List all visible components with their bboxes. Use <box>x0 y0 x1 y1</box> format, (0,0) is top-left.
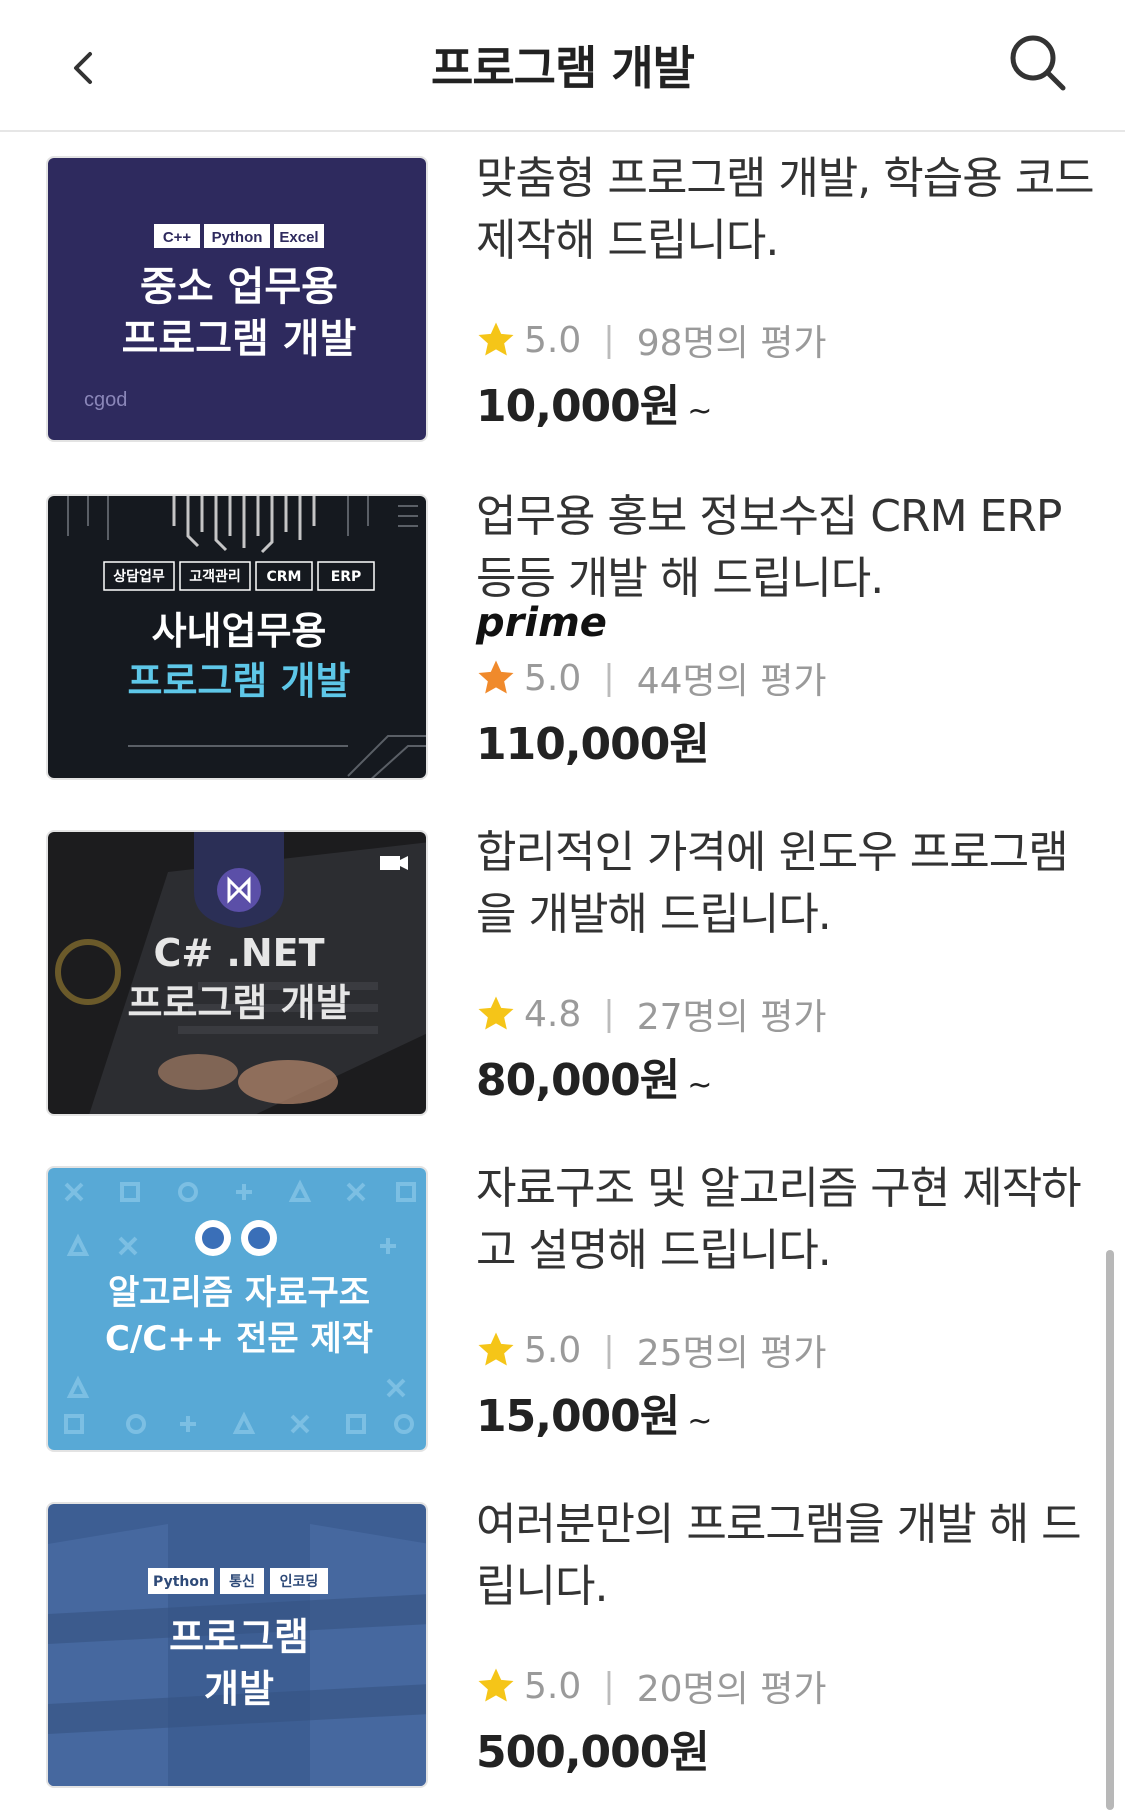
rating-value: 5.0 <box>524 657 582 699</box>
search-icon <box>1010 35 1066 91</box>
divider: | <box>603 658 615 698</box>
service-info: 여러분만의 프로그램을 개발 해 드립니다. 5.0 | 20명의 평가 500… <box>476 1494 1096 1780</box>
search-button[interactable] <box>1005 30 1071 96</box>
thumb-tag: 상담업무 <box>113 568 165 585</box>
service-thumbnail[interactable]: Python 통신 인코딩 프로그램 개발 <box>46 1502 428 1788</box>
service-title[interactable]: 합리적인 가격에 윈도우 프로그램을 개발해 드립니다. <box>476 822 1096 946</box>
divider: | <box>603 320 615 360</box>
review-count: 27명의 평가 <box>636 997 827 1038</box>
divider: | <box>603 1330 615 1370</box>
thumb-tag: Excel <box>279 229 318 246</box>
review-count: 44명의 평가 <box>636 661 827 702</box>
rating-row: 5.0 | 25명의 평가 <box>476 1320 1096 1380</box>
thumb-tag: Python <box>153 1574 209 1590</box>
thumb-subheadline: C/C++ 전문 제작 <box>105 1319 373 1359</box>
thumb-brand: cgod <box>84 389 127 411</box>
thumb-subheadline: 프로그램 개발 <box>128 981 351 1025</box>
thumb-headline: C# .NET <box>153 931 324 975</box>
service-item[interactable]: 알고리즘 자료구조 C/C++ 전문 제작 자료구조 및 알고리즘 구현 제작하… <box>0 1144 1125 1484</box>
thumb-headline: 중소 업무용 <box>140 264 338 310</box>
rating-value: 4.8 <box>524 993 582 1035</box>
price: 15,000원 <box>476 1391 680 1442</box>
service-title[interactable]: 업무용 홍보 정보수집 CRM ERP 등등 개발 해 드립니다. <box>476 486 1096 610</box>
thumb-headline: 알고리즘 자료구조 <box>108 1273 370 1313</box>
service-thumbnail[interactable]: 알고리즘 자료구조 C/C++ 전문 제작 <box>46 1166 428 1452</box>
price: 500,000원 <box>476 1727 710 1778</box>
price: 80,000원 <box>476 1055 680 1106</box>
thumb-headline: 프로그램 <box>169 1615 309 1659</box>
rating-value: 5.0 <box>524 319 582 361</box>
page-title: 프로그램 개발 <box>431 41 695 95</box>
thumb-tag: ERP <box>331 569 362 585</box>
rating-row: 5.0 | 44명의 평가 <box>476 648 1096 708</box>
rating-value: 5.0 <box>524 1665 582 1707</box>
service-item[interactable]: Python 통신 인코딩 프로그램 개발 여러분만의 프로그램을 개발 해 드… <box>0 1480 1125 1818</box>
thumb-subheadline: 프로그램 개발 <box>122 316 357 362</box>
thumb-tag: 고객관리 <box>189 568 241 585</box>
rating-row: 5.0 | 98명의 평가 <box>476 310 1096 370</box>
divider: | <box>603 994 615 1034</box>
star-icon <box>478 1668 514 1702</box>
star-icon <box>478 1332 514 1366</box>
divider: | <box>603 1666 615 1706</box>
review-count: 20명의 평가 <box>636 1669 827 1710</box>
service-thumbnail[interactable]: 상담업무 고객관리 CRM ERP 사내업무용 프로그램 개발 <box>46 494 428 780</box>
service-info: 합리적인 가격에 윈도우 프로그램을 개발해 드립니다. 4.8 | 27명의 … <box>476 822 1096 1108</box>
thumb-tag: C++ <box>163 229 192 246</box>
rating-row: 5.0 | 20명의 평가 <box>476 1656 1096 1716</box>
thumb-tag: Python <box>212 229 263 246</box>
price-from-mark: ~ <box>687 1404 713 1439</box>
star-icon <box>478 660 514 694</box>
price: 110,000원 <box>476 719 710 770</box>
scrollbar[interactable] <box>1106 1250 1114 1810</box>
price-row: 15,000원 ~ <box>476 1380 1096 1444</box>
star-icon <box>478 322 514 356</box>
service-title[interactable]: 여러분만의 프로그램을 개발 해 드립니다. <box>476 1494 1096 1618</box>
thumb-tag: 통신 <box>229 1574 255 1590</box>
review-count: 25명의 평가 <box>636 1333 827 1374</box>
service-item[interactable]: C# .NET 프로그램 개발 합리적인 가격에 윈도우 프로그램을 개발해 드… <box>0 808 1125 1148</box>
service-title[interactable]: 맞춤형 프로그램 개발, 학습용 코드 제작해 드립니다. <box>476 148 1096 272</box>
thumb-subheadline: 개발 <box>204 1667 274 1711</box>
service-thumbnail[interactable]: C++ Python Excel 중소 업무용 프로그램 개발 cgod <box>46 156 428 442</box>
review-count: 98명의 평가 <box>636 323 827 364</box>
service-item[interactable]: C++ Python Excel 중소 업무용 프로그램 개발 cgod 맞춤형… <box>0 134 1125 474</box>
price-row: 500,000원 <box>476 1716 1096 1780</box>
price-row: 10,000원 ~ <box>476 370 1096 434</box>
service-info: 업무용 홍보 정보수집 CRM ERP 등등 개발 해 드립니다. prime … <box>476 486 1096 772</box>
service-item[interactable]: 상담업무 고객관리 CRM ERP 사내업무용 프로그램 개발 업무용 홍보 정… <box>0 472 1125 812</box>
service-thumbnail[interactable]: C# .NET 프로그램 개발 <box>46 830 428 1116</box>
price-row: 80,000원 ~ <box>476 1044 1096 1108</box>
rating-value: 5.0 <box>524 1329 582 1371</box>
app-header: 프로그램 개발 <box>0 0 1125 132</box>
thumb-tag: 인코딩 <box>280 1573 319 1590</box>
rating-row: 4.8 | 27명의 평가 <box>476 984 1096 1044</box>
service-title[interactable]: 자료구조 및 알고리즘 구현 제작하고 설명해 드립니다. <box>476 1158 1096 1282</box>
thumb-headline: 사내업무용 <box>152 609 327 653</box>
service-info: 맞춤형 프로그램 개발, 학습용 코드 제작해 드립니다. 5.0 | 98명의… <box>476 148 1096 434</box>
thumb-tag: CRM <box>267 569 302 585</box>
star-icon <box>478 996 514 1030</box>
price-from-mark: ~ <box>687 394 713 429</box>
price-from-mark: ~ <box>687 1068 713 1103</box>
service-info: 자료구조 및 알고리즘 구현 제작하고 설명해 드립니다. 5.0 | 25명의… <box>476 1158 1096 1444</box>
price-row: 110,000원 <box>476 708 1096 772</box>
thumb-subheadline: 프로그램 개발 <box>128 659 351 703</box>
price: 10,000원 <box>476 381 680 432</box>
